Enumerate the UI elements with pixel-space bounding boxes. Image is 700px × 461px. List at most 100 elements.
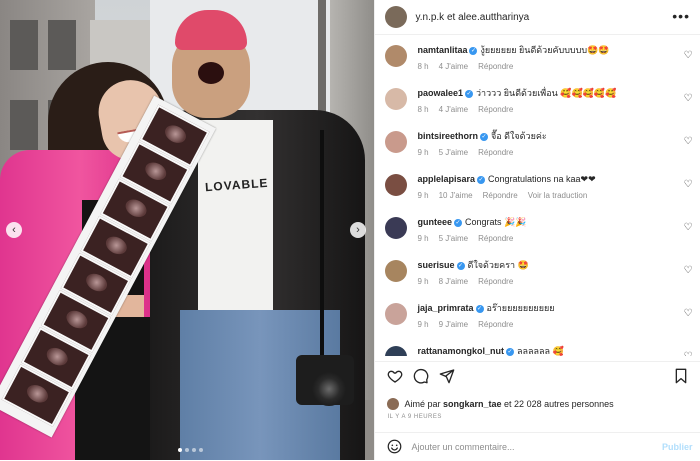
verified-badge-icon: ✓	[453, 218, 462, 227]
verified-badge-icon: ✓	[479, 132, 488, 141]
comment-username[interactable]: applelapisara	[417, 174, 475, 184]
comment-row: jaja_primrata ✓ อร๊ายยยยยยยยยย 9 h 9 J'aime R…	[375, 294, 700, 337]
heart-icon[interactable]: ♡	[684, 50, 693, 61]
man-shirt	[198, 120, 273, 330]
translate-link[interactable]: Voir la traduction	[528, 191, 588, 200]
comment-time[interactable]: 8 h	[417, 105, 428, 114]
heart-icon[interactable]: ♡	[684, 351, 693, 356]
comment-avatar[interactable]	[385, 88, 408, 110]
next-photo-button[interactable]: ›	[350, 222, 366, 238]
instagram-post-viewer: LOVABLE ‹ › y.n.p.k et alee.auttharinya …	[0, 0, 700, 460]
comment-text: งู้ยยยยยย ยินดีด้วยคับบบบบ🤩🤩	[480, 45, 610, 55]
reply-button[interactable]: Répondre	[478, 320, 513, 329]
comment-time[interactable]: 9 h	[417, 320, 428, 329]
comment-time[interactable]: 9 h	[417, 277, 428, 286]
likes-count[interactable]: et 22 028 autres personnes	[504, 399, 614, 409]
carousel-dot	[178, 448, 182, 452]
previous-photo-button[interactable]: ‹	[6, 222, 22, 238]
comment-likes[interactable]: 4 J'aime	[439, 105, 469, 114]
comment-row: rattanamongkol_nut✓ลลลลลล 🥰 ♡	[375, 337, 700, 356]
comment-avatar[interactable]	[385, 45, 408, 67]
comment-avatar[interactable]	[385, 217, 408, 239]
liker-username[interactable]: songkarn_tae	[443, 399, 502, 409]
reply-button[interactable]: Répondre	[478, 148, 513, 157]
comment-username[interactable]: paowalee1	[417, 88, 463, 98]
publish-button[interactable]: Publier	[662, 442, 693, 452]
camera-lens	[312, 372, 346, 406]
comment-body: paowalee1 ✓ ว่าววว ยินดีด้วยเพื่อน 🥰🥰🥰🥰🥰 8 …	[417, 87, 616, 122]
heart-icon[interactable]: ♡	[684, 308, 693, 319]
heart-icon[interactable]: ♡	[684, 136, 693, 147]
comment-text: จื๊อ ดีใจด้วยค่ะ	[490, 131, 547, 141]
post-photo[interactable]: LOVABLE ‹ ›	[0, 0, 375, 460]
comment-username[interactable]: suerisue	[417, 260, 454, 270]
reply-button[interactable]: Répondre	[478, 234, 513, 243]
heart-icon[interactable]: ♡	[684, 179, 693, 190]
comment-text: ว่าววว ยินดีด้วยเพื่อน 🥰🥰🥰🥰🥰	[476, 88, 617, 98]
more-options-icon[interactable]: •••	[672, 8, 690, 24]
comment-username[interactable]: bintsireethorn	[417, 131, 478, 141]
comment-time[interactable]: 9 h	[417, 234, 428, 243]
comment-text: Congrats 🎉🎉	[464, 217, 527, 227]
comment-meta: 9 h 10 J'aime Répondre Voir la traduction	[417, 191, 597, 200]
post-authors[interactable]: y.n.p.k et alee.auttharinya	[415, 12, 529, 23]
comment-row: bintsireethorn ✓ จื๊อ ดีใจด้วยค่ะ 9 h 5 J'ai…	[375, 122, 700, 165]
post-date: IL Y A 9 HEURES	[387, 414, 442, 420]
comment-meta: 9 h 8 J'aime Répondre	[417, 277, 533, 286]
comment-line: jaja_primrata ✓ อร๊ายยยยยยยยยย	[417, 302, 554, 314]
comment-line: suerisue ✓ ดีใจด้วยครา 🤩	[417, 259, 533, 271]
heart-icon[interactable]: ♡	[684, 93, 693, 104]
comment-likes[interactable]: 9 J'aime	[439, 320, 469, 329]
comment-line: gunteee ✓ Congrats 🎉🎉	[417, 216, 533, 228]
comment-avatar[interactable]	[385, 174, 408, 196]
camera-strap	[320, 130, 324, 360]
comment-username[interactable]: gunteee	[417, 217, 452, 227]
reply-button[interactable]: Répondre	[478, 277, 513, 286]
avatar[interactable]	[385, 6, 408, 28]
verified-badge-icon: ✓	[477, 175, 485, 184]
comment-likes[interactable]: 5 J'aime	[439, 234, 469, 243]
comment-input[interactable]: Ajouter un commentaire...	[411, 442, 514, 452]
comments-panel: y.n.p.k et alee.auttharinya ••• namtanli…	[374, 0, 700, 460]
comment-avatar[interactable]	[385, 260, 408, 282]
heart-icon[interactable]: ♡	[684, 265, 693, 276]
comment-likes[interactable]: 5 J'aime	[439, 148, 469, 157]
comment-line: bintsireethorn ✓ จื๊อ ดีใจด้วยค่ะ	[417, 130, 546, 142]
comment-line: paowalee1 ✓ ว่าววว ยินดีด้วยเพื่อน 🥰🥰🥰🥰🥰	[417, 87, 616, 99]
post-actions	[375, 361, 700, 392]
comment-line: applelapisara ✓ Congratulations na kaa❤❤	[417, 173, 597, 185]
comment-icon[interactable]	[413, 368, 429, 388]
comment-time[interactable]: 9 h	[417, 191, 428, 200]
comment-line: rattanamongkol_nut ✓ ลลลลลล 🥰	[417, 345, 563, 356]
comment-body: bintsireethorn ✓ จื๊อ ดีใจด้วยค่ะ 9 h 5 J'ai…	[417, 130, 546, 165]
comment-avatar[interactable]	[385, 131, 408, 153]
emoji-icon[interactable]	[387, 439, 402, 457]
comment-list[interactable]: namtanlitaa ✓ งู้ยยยยยย ยินดีด้วยคับบบบบ🤩🤩…	[375, 36, 700, 356]
reply-button[interactable]: Répondre	[483, 191, 518, 200]
comment-meta: 8 h 4 J'aime Répondre	[417, 105, 616, 114]
comment-body: suerisue ✓ ดีใจด้วยครา 🤩 9 h 8 J'aime Répondr…	[417, 259, 533, 294]
comment-username[interactable]: jaja_primrata	[417, 303, 473, 313]
share-icon[interactable]	[439, 368, 455, 388]
reply-button[interactable]: Répondre	[478, 105, 513, 114]
comment-likes[interactable]: 10 J'aime	[439, 191, 473, 200]
verified-badge-icon: ✓	[465, 89, 473, 98]
bookmark-icon[interactable]	[674, 368, 688, 388]
comment-avatar[interactable]	[385, 346, 408, 356]
carousel-dot	[185, 448, 189, 452]
liker-avatar	[387, 398, 400, 410]
verified-badge-icon: ✓	[469, 46, 478, 55]
comment-meta: 8 h 4 J'aime Répondre	[417, 62, 609, 71]
comment-username[interactable]: namtanlitaa	[417, 45, 467, 55]
comment-username[interactable]: rattanamongkol_nut	[417, 346, 504, 356]
heart-icon[interactable]: ♡	[684, 222, 693, 233]
reply-button[interactable]: Répondre	[478, 62, 513, 71]
comment-time[interactable]: 8 h	[417, 62, 428, 71]
comment-likes[interactable]: 8 J'aime	[439, 277, 469, 286]
comment-likes[interactable]: 4 J'aime	[439, 62, 469, 71]
comment-avatar[interactable]	[385, 303, 408, 325]
heart-icon[interactable]	[387, 368, 403, 388]
comment-line: namtanlitaa ✓ งู้ยยยยยย ยินดีด้วยคับบบบบ🤩🤩	[417, 44, 609, 56]
comment-time[interactable]: 9 h	[417, 148, 428, 157]
comment-body: namtanlitaa ✓ งู้ยยยยยย ยินดีด้วยคับบบบบ🤩🤩…	[417, 44, 609, 79]
